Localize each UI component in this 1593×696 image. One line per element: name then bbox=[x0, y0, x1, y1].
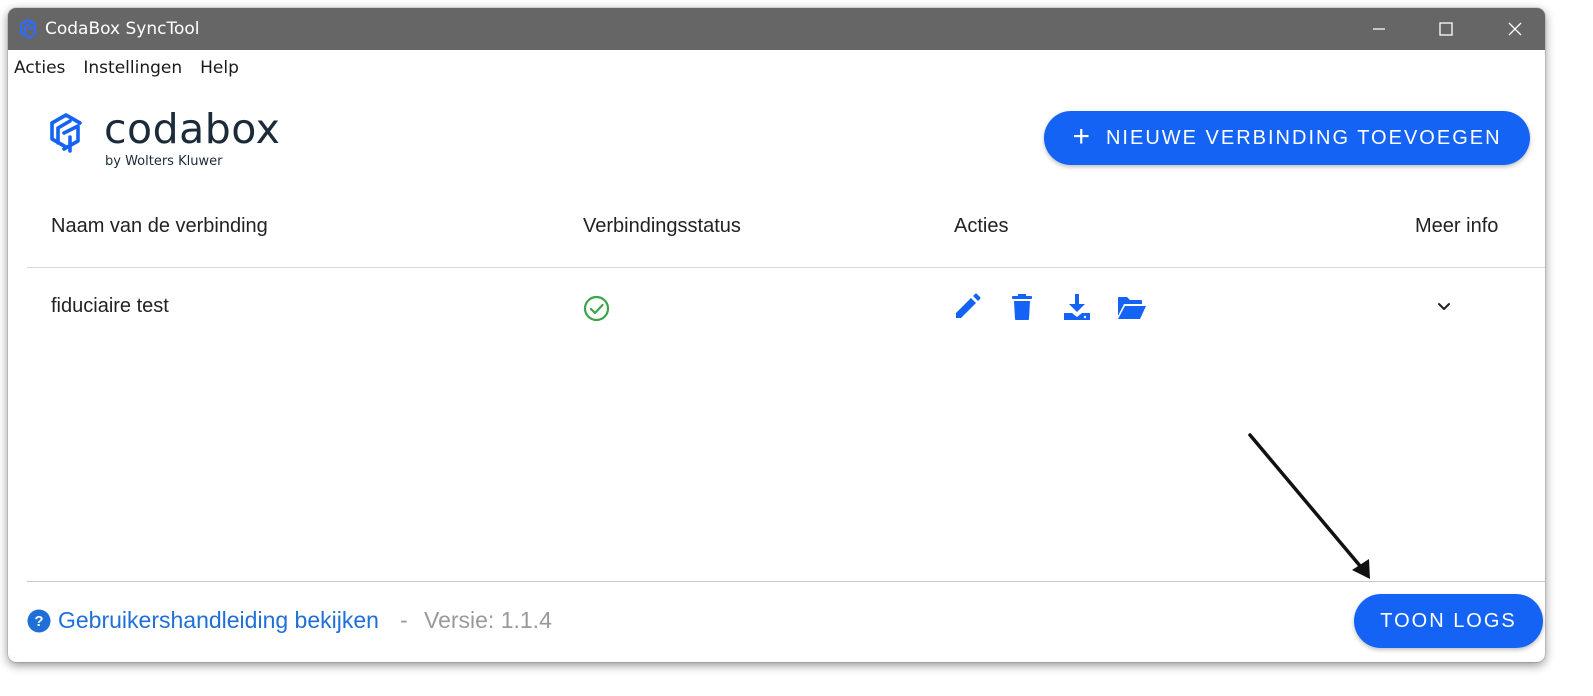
window-title: CodaBox SyncTool bbox=[45, 19, 200, 39]
add-connection-button[interactable]: + NIEUWE VERBINDING TOEVOEGEN bbox=[1044, 111, 1530, 165]
plus-icon: + bbox=[1072, 119, 1092, 153]
trash-icon[interactable] bbox=[1007, 292, 1037, 322]
header-connection-name: Naam van de verbinding bbox=[51, 215, 268, 237]
svg-text:?: ? bbox=[34, 613, 43, 630]
pencil-icon[interactable] bbox=[952, 292, 982, 322]
close-icon bbox=[1508, 22, 1522, 36]
title-bar[interactable]: CodaBox SyncTool bbox=[8, 8, 1545, 50]
show-logs-button[interactable]: TOON LOGS bbox=[1354, 594, 1543, 648]
check-circle-icon bbox=[583, 295, 610, 322]
menu-instellingen[interactable]: Instellingen bbox=[83, 58, 188, 82]
codabox-logo-mark bbox=[50, 113, 82, 153]
menu-help[interactable]: Help bbox=[200, 58, 245, 82]
codabox-logo: codabox by Wolters Kluwer bbox=[48, 105, 288, 171]
minimize-button[interactable] bbox=[1344, 8, 1414, 50]
maximize-button[interactable] bbox=[1411, 8, 1481, 50]
logo-subtitle: by Wolters Kluwer bbox=[105, 154, 223, 169]
footer-divider bbox=[27, 581, 1545, 582]
table-header-divider bbox=[27, 267, 1545, 268]
folder-open-icon[interactable] bbox=[1116, 292, 1146, 322]
add-connection-label: NIEUWE VERBINDING TOEVOEGEN bbox=[1105, 126, 1502, 149]
header-actions: Acties bbox=[954, 215, 1009, 237]
codabox-app-icon bbox=[19, 18, 37, 40]
chevron-down-icon[interactable] bbox=[1436, 299, 1452, 315]
minimize-icon bbox=[1373, 28, 1385, 30]
annotation-arrow bbox=[1248, 433, 1370, 579]
user-manual-link[interactable]: Gebruikershandleiding bekijken bbox=[58, 607, 379, 634]
help-circle-icon[interactable]: ? bbox=[27, 609, 51, 633]
app-window: CodaBox SyncTool Acties Instellingen Hel… bbox=[8, 8, 1545, 662]
version-label: Versie: 1.1.4 bbox=[424, 607, 552, 633]
menu-bar: Acties Instellingen Help bbox=[8, 58, 245, 82]
show-logs-label: TOON LOGS bbox=[1380, 609, 1517, 632]
maximize-icon bbox=[1439, 22, 1453, 36]
close-button[interactable] bbox=[1480, 8, 1545, 50]
footer-separator: - bbox=[400, 607, 408, 633]
header-more-info: Meer info bbox=[1415, 215, 1499, 237]
download-icon[interactable] bbox=[1062, 292, 1092, 322]
menu-acties[interactable]: Acties bbox=[14, 58, 71, 82]
logo-wordmark: codabox bbox=[104, 105, 281, 153]
header-connection-status: Verbindingsstatus bbox=[583, 215, 741, 237]
connection-name: fiduciaire test bbox=[51, 295, 169, 317]
